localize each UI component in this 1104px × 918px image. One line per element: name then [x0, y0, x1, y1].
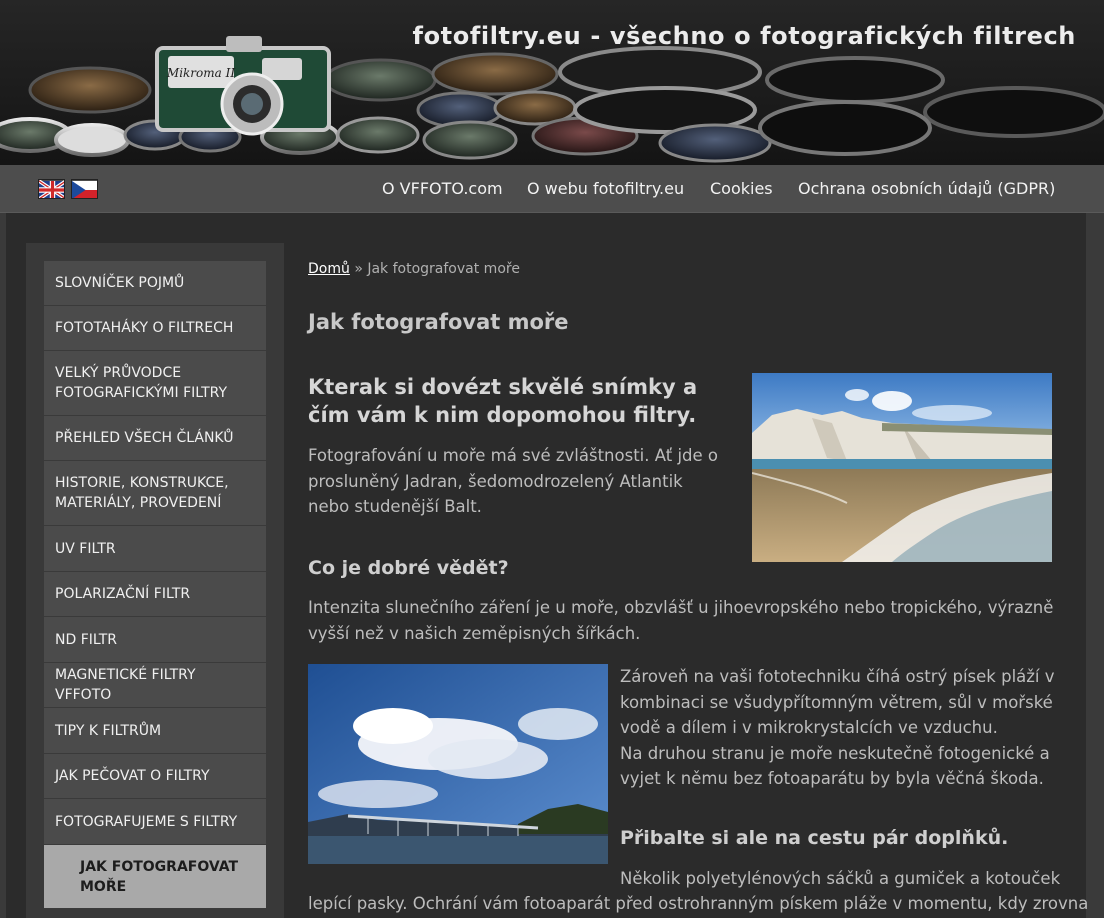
breadcrumb-current: Jak fotografovat moře	[367, 261, 520, 277]
sidebar-item-nd-filter[interactable]: ND filtr	[44, 617, 266, 663]
nav-link-vffoto[interactable]: O VFFOTO.com	[382, 179, 503, 198]
sidebar-item-photographing-sea[interactable]: Jak fotografovat moře	[44, 845, 266, 909]
nav-link-cookies[interactable]: Cookies	[710, 179, 773, 198]
site-title: fotofiltry.eu - všechno o fotografických…	[412, 22, 1076, 50]
page-title: Jak fotografovat moře	[308, 310, 569, 334]
section-text-accessories-line1: Několik polyetylénových sáčků a gumiček …	[620, 869, 1061, 888]
top-navigation: O VFFOTO.com O webu fotofiltry.eu Cookie…	[0, 165, 1104, 213]
breadcrumb-home-link[interactable]: Domů	[308, 261, 350, 277]
sidebar-item-filter-tips[interactable]: Tipy k filtrům	[44, 708, 266, 754]
sidebar-item-guide[interactable]: Velký průvodce fotografickými filtry	[44, 351, 266, 416]
czech-flag-icon[interactable]	[71, 179, 98, 199]
section-text-sun-intensity: Intenzita slunečního záření je u moře, o…	[308, 598, 1054, 643]
sidebar-item-magnetic-filters[interactable]: Magnetické filtry VFFOTO	[44, 663, 266, 708]
section-heading-good-to-know: Co je dobré vědět?	[308, 557, 509, 579]
header-banner: Mikroma II fotofiltry.eu - všechno o fot…	[0, 0, 1104, 165]
sidebar-item-glossary[interactable]: Slovníček pojmů	[44, 261, 266, 306]
section-text-sand-part: Zároveň na vaši fototechniku číhá ostrý …	[620, 667, 1055, 737]
uk-flag-icon[interactable]	[38, 179, 65, 199]
section-text-sand-and-salt: Zároveň na vaši fototechniku číhá ostrý …	[620, 664, 1065, 792]
bridge-sky-photo	[308, 664, 608, 864]
section-text-accessories-line2: lepící pasky. Ochrání vám fotoaparát pře…	[308, 894, 1089, 913]
sidebar-item-history[interactable]: Historie, konstrukce, materiály, provede…	[44, 461, 266, 526]
article-intro: Fotografování u moře má své zvláštnosti.…	[308, 446, 719, 516]
svg-text:Mikroma II: Mikroma II	[166, 66, 235, 80]
section-heading-accessories: Přibalte si ale na cestu pár doplňků.	[620, 827, 1009, 849]
nav-link-about-site[interactable]: O webu fotofiltry.eu	[527, 179, 684, 198]
section-text-photogenic-part: Na druhou stranu je moře neskutečně foto…	[620, 743, 1050, 789]
breadcrumb-separator: »	[354, 261, 363, 277]
sea-cliffs-photo	[752, 373, 1052, 562]
sidebar-item-uv-filter[interactable]: UV filtr	[44, 526, 266, 572]
breadcrumb: Domů » Jak fotografovat moře	[308, 261, 520, 277]
sidebar-item-filter-care[interactable]: Jak pečovat o filtry	[44, 754, 266, 799]
sidebar-item-polarizing-filter[interactable]: Polarizační filtr	[44, 572, 266, 617]
camera-illustration: Mikroma II	[155, 36, 331, 136]
sidebar-item-shooting-with-filters[interactable]: Fotografujeme s filtry	[44, 799, 266, 845]
sidebar-item-all-articles[interactable]: Přehled všech článků	[44, 416, 266, 461]
article-lead-heading: Kterak si dovézt skvělé snímky a čím vám…	[308, 375, 698, 427]
nav-link-gdpr[interactable]: Ochrana osobních údajů (GDPR)	[798, 179, 1055, 198]
sidebar-item-cheatsheets[interactable]: Fototaháky o filtrech	[44, 306, 266, 351]
